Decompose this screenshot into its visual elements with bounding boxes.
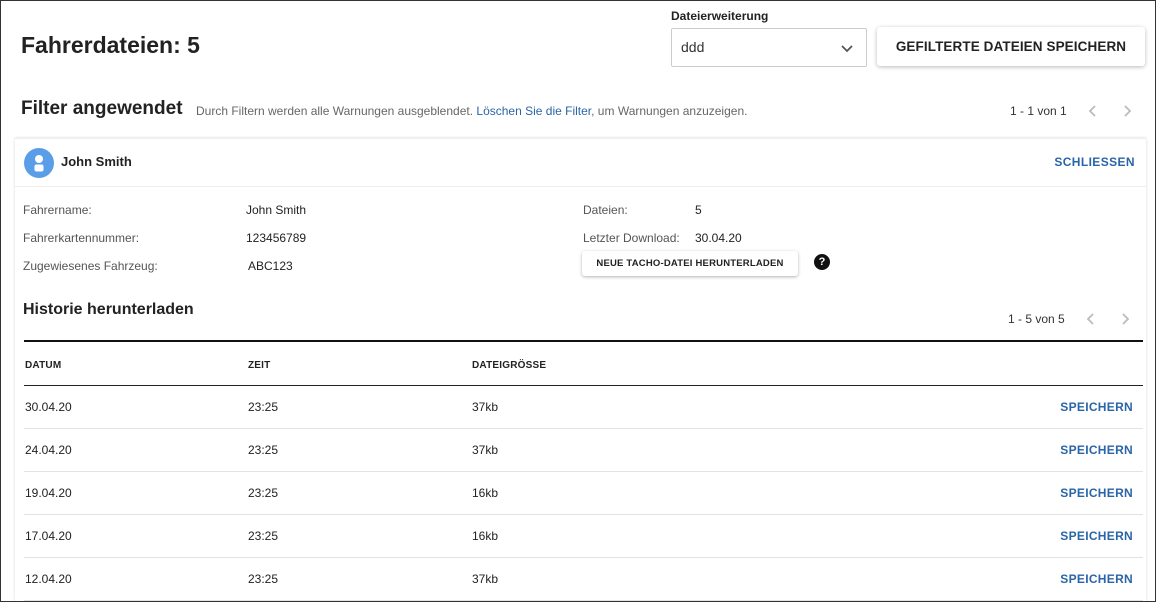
- save-button[interactable]: SPEICHERN: [1060, 443, 1133, 457]
- save-button[interactable]: SPEICHERN: [1060, 572, 1133, 586]
- filter-message: Durch Filtern werden alle Warnungen ausg…: [196, 104, 747, 118]
- row-size: 37kb: [472, 572, 499, 586]
- help-icon[interactable]: ?: [814, 254, 830, 270]
- row-size: 37kb: [472, 400, 499, 414]
- extension-select[interactable]: ddd: [671, 28, 867, 67]
- driver-card: John Smith SCHLIESSEN Fahrername: John S…: [15, 138, 1146, 602]
- row-time: 23:25: [248, 443, 279, 457]
- last-download-label: Letzter Download:: [583, 231, 680, 245]
- save-button[interactable]: SPEICHERN: [1060, 529, 1133, 543]
- driver-card-number-label: Fahrerkartennummer:: [23, 231, 140, 245]
- driver-card-header: John Smith SCHLIESSEN: [15, 139, 1146, 187]
- row-time: 23:25: [248, 486, 279, 500]
- history-pagination: 1 - 5 von 5: [1008, 311, 1133, 327]
- table-header: DATUM ZEIT DATEIGRÖSSE: [24, 340, 1143, 386]
- row-date: 30.04.20: [25, 400, 72, 414]
- user-icon: [34, 155, 44, 172]
- page-title: Fahrerdateien: 5: [21, 32, 200, 58]
- column-header-date: DATUM: [25, 360, 62, 371]
- save-button[interactable]: SPEICHERN: [1060, 486, 1133, 500]
- save-button[interactable]: SPEICHERN: [1060, 400, 1133, 414]
- table-row: 24.04.20 23:25 37kb SPEICHERN: [24, 429, 1143, 472]
- column-header-time: ZEIT: [248, 360, 271, 371]
- clear-filters-link[interactable]: Löschen Sie die Filter: [476, 104, 591, 118]
- driver-card-number-value: 123456789: [246, 231, 307, 245]
- table-row: 17.04.20 23:25 16kb SPEICHERN: [24, 515, 1143, 558]
- download-tacho-file-button[interactable]: NEUE TACHO-DATEI HERUNTERLADEN: [582, 251, 798, 276]
- filter-title: Filter angewendet: [21, 98, 183, 119]
- last-download-value: 30.04.20: [695, 231, 742, 245]
- extension-label: Dateierweiterung: [671, 9, 769, 23]
- chevron-right-icon[interactable]: [1117, 311, 1133, 327]
- history-title: Historie herunterladen: [23, 301, 194, 318]
- avatar: [24, 148, 54, 178]
- table-row: 30.04.20 23:25 37kb SPEICHERN: [24, 386, 1143, 429]
- pagination-label: 1 - 5 von 5: [1008, 312, 1065, 326]
- table-row: 12.04.20 23:25 37kb SPEICHERN: [24, 558, 1143, 601]
- row-size: 37kb: [472, 443, 499, 457]
- chevron-down-icon: [841, 45, 853, 53]
- close-button[interactable]: SCHLIESSEN: [1054, 155, 1135, 169]
- row-time: 23:25: [248, 572, 279, 586]
- table-row: 19.04.20 23:25 16kb SPEICHERN: [24, 472, 1143, 515]
- driver-name-value: John Smith: [246, 203, 307, 217]
- chevron-left-icon[interactable]: [1085, 103, 1101, 119]
- row-time: 23:25: [248, 400, 279, 414]
- row-date: 17.04.20: [25, 529, 72, 543]
- assigned-vehicle-value: ABC123: [248, 259, 293, 273]
- row-time: 23:25: [248, 529, 279, 543]
- column-header-size: DATEIGRÖSSE: [472, 360, 547, 371]
- row-date: 19.04.20: [25, 486, 72, 500]
- pagination-label: 1 - 1 von 1: [1010, 104, 1067, 118]
- filter-message-prefix: Durch Filtern werden alle Warnungen ausg…: [196, 104, 474, 118]
- filter-message-suffix: , um Warnungen anzuzeigen.: [591, 104, 748, 118]
- row-date: 12.04.20: [25, 572, 72, 586]
- driver-name-label: Fahrername:: [23, 203, 92, 217]
- assigned-vehicle-label: Zugewiesenes Fahrzeug:: [23, 259, 158, 273]
- files-value: 5: [695, 203, 702, 217]
- download-history-table: DATUM ZEIT DATEIGRÖSSE 30.04.20 23:25 37…: [24, 340, 1143, 601]
- chevron-left-icon[interactable]: [1083, 311, 1099, 327]
- chevron-right-icon[interactable]: [1119, 103, 1135, 119]
- extension-select-value: ddd: [681, 39, 705, 55]
- save-filtered-files-button[interactable]: GEFILTERTE DATEIEN SPEICHERN: [877, 27, 1145, 66]
- files-label: Dateien:: [583, 203, 628, 217]
- row-date: 24.04.20: [25, 443, 72, 457]
- row-size: 16kb: [472, 486, 499, 500]
- driver-name: John Smith: [61, 154, 132, 169]
- row-size: 16kb: [472, 529, 499, 543]
- drivers-pagination: 1 - 1 von 1: [1010, 103, 1135, 119]
